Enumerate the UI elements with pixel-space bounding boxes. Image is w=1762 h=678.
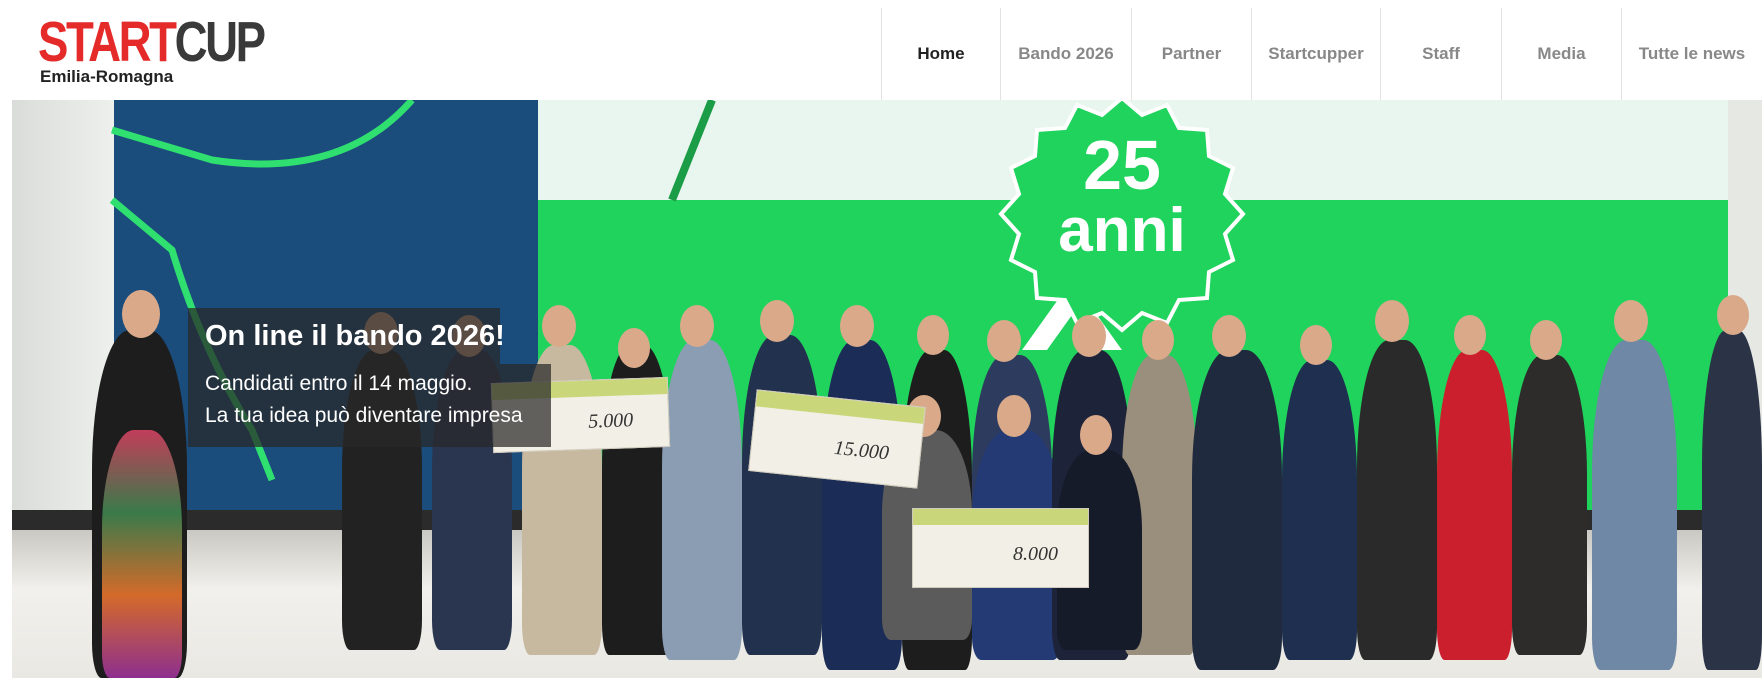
logo-subtitle: Emilia-Romagna xyxy=(40,67,174,86)
nav-item-tutte-le-news[interactable]: Tutte le news xyxy=(1621,8,1762,100)
nav-item-bando-2026[interactable]: Bando 2026 xyxy=(1000,8,1131,100)
prize-check-3: 8.000 xyxy=(912,508,1089,588)
nav-item-partner[interactable]: Partner xyxy=(1131,8,1251,100)
nav-item-staff[interactable]: Staff xyxy=(1380,8,1501,100)
prize-check-amount: 8.000 xyxy=(1013,543,1058,565)
nav-item-media[interactable]: Media xyxy=(1501,8,1621,100)
hero-caption-body-box: Candidati entro il 14 maggio. La tua ide… xyxy=(188,364,551,447)
nav-item-home[interactable]: Home xyxy=(881,8,1000,100)
logo-start-text: START xyxy=(38,10,177,74)
nav-item-startcupper[interactable]: Startcupper xyxy=(1251,8,1380,100)
startcup-logo[interactable]: STARTCUP Emilia-Romagna xyxy=(38,10,278,90)
badge-word: anni xyxy=(1058,196,1186,265)
logo-wordmark: STARTCUP xyxy=(38,10,266,74)
hero-caption-line-2: La tua idea può diventare impresa xyxy=(205,404,523,427)
main-nav: Home Bando 2026 Partner Startcupper Staf… xyxy=(881,8,1762,100)
prize-check-amount: 5.000 xyxy=(587,409,634,433)
badge-number: 25 xyxy=(1083,126,1161,204)
hero-slider[interactable]: 25 anni 5.000 15.000 8.000 On line il ba… xyxy=(12,100,1762,678)
hero-caption-title-box: On line il bando 2026! xyxy=(188,308,505,364)
prize-check-2: 15.000 xyxy=(748,389,926,489)
prize-check-amount: 15.000 xyxy=(832,436,890,465)
site-header: STARTCUP Emilia-Romagna Home Bando 2026 … xyxy=(0,0,1762,100)
logo-cup-text: CUP xyxy=(174,10,266,74)
hero-caption-title[interactable]: On line il bando 2026! xyxy=(205,320,505,353)
badge-label: 25 anni xyxy=(987,130,1257,262)
hero-caption-line-1: Candidati entro il 14 maggio. xyxy=(205,372,473,395)
